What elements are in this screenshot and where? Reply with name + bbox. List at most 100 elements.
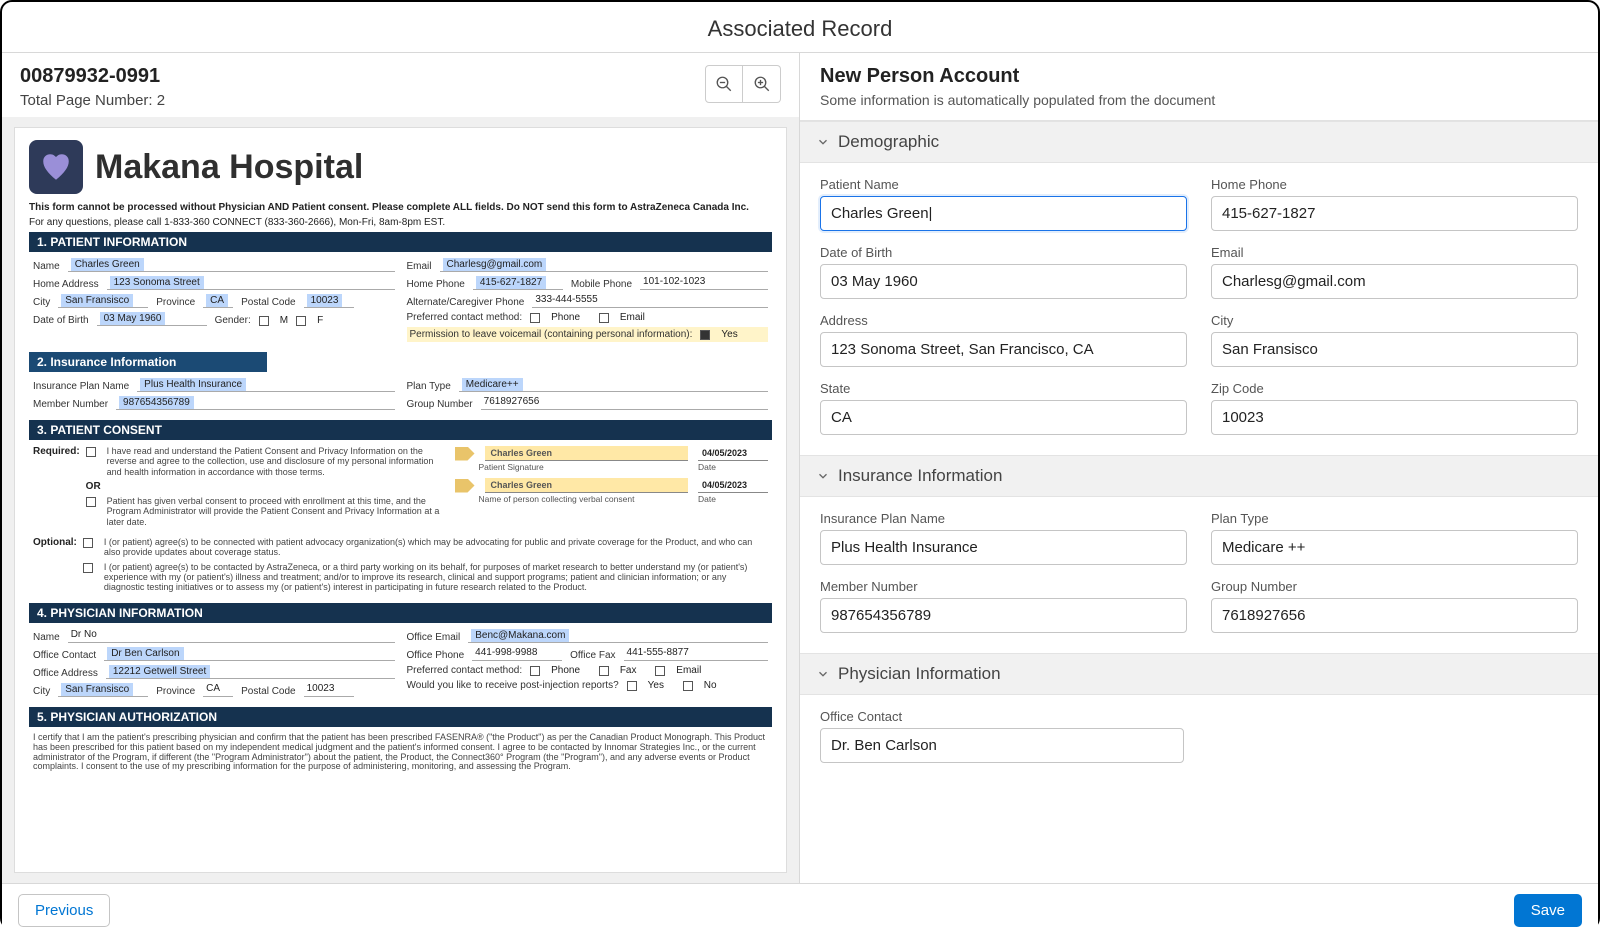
doc-addr-value: 123 Sonoma Street (110, 276, 204, 289)
label-address: Address (820, 313, 1187, 328)
label-patient-name: Patient Name (820, 177, 1187, 192)
zoom-out-icon (715, 75, 733, 93)
doc-ins-plan-value: Plus Health Insurance (140, 378, 246, 391)
document-pane: 00879932-0991 Total Page Number: 2 (2, 53, 800, 883)
consent-required-label: Required: (33, 446, 80, 531)
checkbox-checked-icon (700, 330, 710, 340)
phys-prov-label: Province (156, 686, 195, 697)
section-insurance: 2. Insurance Information (29, 352, 267, 372)
section-label-demographic: Demographic (838, 132, 939, 152)
checkbox-icon (655, 666, 665, 676)
plan-type-field[interactable] (1211, 530, 1578, 565)
doc-subwarning: For any questions, please call 1-833-360… (29, 217, 772, 228)
dob-field[interactable] (820, 264, 1187, 299)
section-physician: 4. PHYSICIAN INFORMATION (29, 603, 772, 623)
phys-city-label: City (33, 686, 50, 697)
label-member: Member Number (820, 579, 1187, 594)
doc-email-label: Email (407, 261, 432, 272)
arrow-icon (455, 479, 475, 493)
doc-postal-label: Postal Code (241, 297, 295, 308)
phys-postal-value: 10023 (307, 683, 335, 694)
sig-date-2: 04/05/2023 (702, 480, 747, 490)
section-header-insurance[interactable]: Insurance Information (800, 455, 1598, 497)
doc-city-value: San Fransisco (61, 294, 133, 307)
group-field[interactable] (1211, 598, 1578, 633)
doc-ins-group-label: Group Number (407, 399, 473, 410)
checkbox-icon (83, 563, 93, 573)
zoom-in-icon (753, 75, 771, 93)
phys-reports-no: No (704, 680, 717, 691)
checkbox-icon (683, 681, 693, 691)
doc-city-label: City (33, 297, 50, 308)
doc-name-value: Charles Green (71, 258, 144, 271)
doc-postal-value: 10023 (307, 294, 343, 307)
arrow-icon (455, 447, 475, 461)
phys-pref-label: Preferred contact method: (407, 665, 523, 676)
date-label-2: Date (698, 494, 768, 504)
doc-dob-value: 03 May 1960 (100, 312, 166, 325)
section-header-demographic[interactable]: Demographic (800, 121, 1598, 163)
address-field[interactable] (820, 332, 1187, 367)
consent-req2: Patient has given verbal consent to proc… (107, 496, 441, 527)
checkbox-icon (86, 447, 96, 457)
chevron-down-icon (816, 135, 830, 149)
zoom-out-button[interactable] (705, 65, 743, 103)
phys-pref-phone: Phone (551, 665, 580, 676)
email-field[interactable] (1211, 264, 1578, 299)
patient-name-field[interactable] (820, 196, 1187, 231)
label-dob: Date of Birth (820, 245, 1187, 260)
total-pages-value: 2 (157, 92, 165, 109)
home-phone-field[interactable] (1211, 196, 1578, 231)
document-id: 00879932-0991 (20, 65, 165, 88)
previous-button[interactable]: Previous (18, 894, 110, 927)
doc-mobile-label: Mobile Phone (571, 279, 632, 290)
form-title: New Person Account (820, 65, 1578, 88)
save-button[interactable]: Save (1514, 894, 1582, 927)
label-ins-plan: Insurance Plan Name (820, 511, 1187, 526)
label-state: State (820, 381, 1187, 396)
page-title: Associated Record (2, 2, 1598, 53)
doc-homephone-label: Home Phone (407, 279, 465, 290)
doc-ins-plan-label: Insurance Plan Name (33, 381, 129, 392)
form-pane: New Person Account Some information is a… (800, 53, 1598, 883)
checkbox-icon (259, 316, 269, 326)
doc-voicemail-yes: Yes (721, 329, 737, 340)
phys-email-value: Benc@Makana.com (471, 629, 569, 642)
form-subtitle: Some information is automatically popula… (820, 92, 1578, 108)
hospital-logo-icon (29, 140, 83, 194)
consent-optional-label: Optional: (33, 537, 77, 597)
label-group: Group Number (1211, 579, 1578, 594)
document-viewer[interactable]: Makana Hospital This form cannot be proc… (2, 117, 799, 883)
doc-addr-label: Home Address (33, 279, 99, 290)
checkbox-icon (83, 538, 93, 548)
doc-prov-label: Province (156, 297, 195, 308)
label-email: Email (1211, 245, 1578, 260)
phys-reports-label: Would you like to receive post-injection… (407, 680, 619, 691)
sig-name-2: Charles Green (485, 478, 688, 493)
doc-voicemail-label: Permission to leave voicemail (containin… (410, 329, 693, 340)
doc-ins-group-value: 7618927656 (484, 396, 540, 407)
city-field[interactable] (1211, 332, 1578, 367)
phys-addr-label: Office Address (33, 668, 98, 679)
label-office-contact: Office Contact (820, 709, 1184, 724)
state-field[interactable] (820, 400, 1187, 435)
phys-name-value: Dr No (71, 629, 97, 640)
phys-email-label: Office Email (407, 632, 461, 643)
member-field[interactable] (820, 598, 1187, 633)
sig-date-1: 04/05/2023 (702, 448, 747, 458)
label-city: City (1211, 313, 1578, 328)
office-contact-field[interactable] (820, 728, 1184, 763)
phys-postal-label: Postal Code (241, 686, 295, 697)
phys-prov-value: CA (206, 683, 220, 694)
doc-dob-label: Date of Birth (33, 315, 89, 326)
total-pages-label: Total Page Number: (20, 92, 153, 109)
phys-addr-value: 12212 Getwell Street (109, 665, 210, 678)
zip-field[interactable] (1211, 400, 1578, 435)
ins-plan-field[interactable] (820, 530, 1187, 565)
section-header-physician[interactable]: Physician Information (800, 653, 1598, 695)
section-patient-info: 1. PATIENT INFORMATION (29, 232, 772, 252)
chevron-down-icon (816, 667, 830, 681)
checkbox-icon (627, 681, 637, 691)
zoom-in-button[interactable] (743, 65, 781, 103)
label-plan-type: Plan Type (1211, 511, 1578, 526)
